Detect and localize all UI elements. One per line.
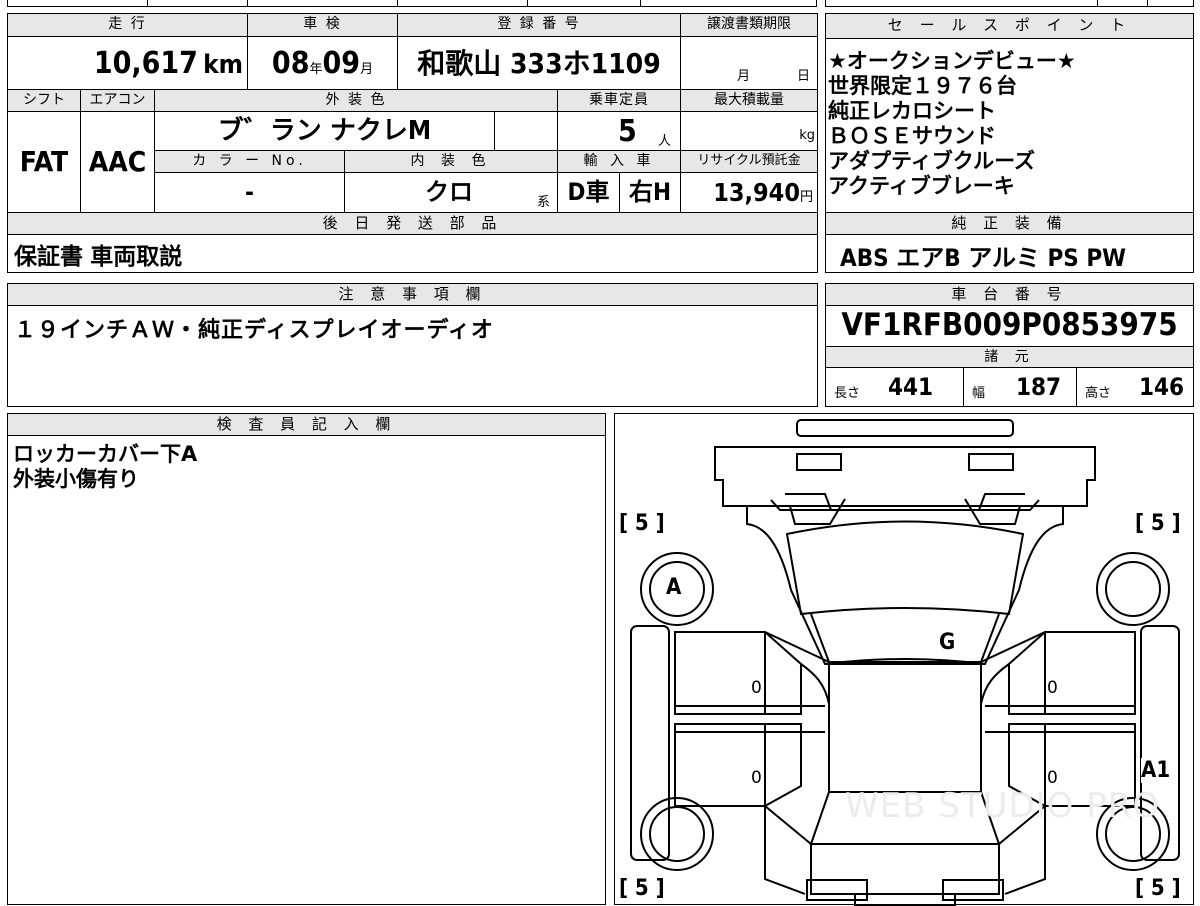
- sales-points-header: セ ー ル ス ポ イ ン ト: [826, 14, 1193, 39]
- sales-point-item: アダプティブクルーズ: [828, 149, 1036, 173]
- delivery-parts-header: 後 日 発 送 部 品: [8, 213, 817, 235]
- transfer-deadline-value: 月 日: [681, 37, 817, 90]
- car-damage-diagram: [ 5 ] [ 5 ] [ 5 ] [ 5 ] A G A1 0 0 0 0 W…: [614, 413, 1194, 906]
- capacity-header: 乗車定員: [558, 90, 681, 112]
- door-right-rear-mark: 0: [1047, 768, 1058, 788]
- interior-color-value: クロ 系: [345, 173, 558, 212]
- tire-depth-rear-left: [ 5 ]: [619, 876, 665, 901]
- inspector-box: 検 査 員 記 入 欄 ロッカーカバー下A 外装小傷有り: [7, 413, 606, 905]
- notes-box: 注 意 事 項 欄 １９インチＡＷ・純正ディスプレイオーディオ: [7, 283, 818, 407]
- interior-color-header: 内 装 色: [345, 151, 558, 173]
- car-outline: [630, 419, 1180, 906]
- inspection-header: 車 検: [248, 14, 398, 37]
- aircon-value: AAC: [81, 112, 155, 212]
- width-value: 187: [1016, 373, 1062, 401]
- registration-header: 登 録 番 号: [398, 14, 681, 37]
- tire-depth-front-left: [ 5 ]: [619, 511, 665, 536]
- length-cell: 長さ 441: [826, 368, 964, 406]
- inspection-date: 08年09月: [248, 37, 398, 90]
- shift-value: FAT: [8, 112, 81, 212]
- exterior-color-header: 外 装 色: [155, 90, 558, 112]
- inspector-notes: ロッカーカバー下A 外装小傷有り: [13, 442, 197, 492]
- recycle-fee-value: 13,940円: [713, 178, 813, 207]
- inspector-line: ロッカーカバー下A: [13, 442, 198, 466]
- sales-points-box: セ ー ル ス ポ イ ン ト ★オークションデビュー★ 世界限定１９７６台 純…: [825, 13, 1194, 213]
- chassis-header: 車 台 番 号: [826, 284, 1193, 306]
- exterior-color-extra: [495, 112, 558, 151]
- equipment-box: 純 正 装 備 ABS エアB アルミ PS PW: [825, 213, 1194, 273]
- notes-text: １９インチＡＷ・純正ディスプレイオーディオ: [14, 318, 494, 343]
- import-type-value: D車: [558, 173, 620, 212]
- height-value: 146: [1139, 373, 1185, 401]
- height-cell: 高さ 146: [1077, 368, 1193, 406]
- equipment-header: 純 正 装 備: [826, 213, 1193, 235]
- sales-points-list: ★オークションデビュー★ 世界限定１９７６台 純正レカロシート ＢＯＳＥサウンド…: [828, 49, 1076, 199]
- vehicle-info-table: 走 行 車 検 登 録 番 号 譲渡書類期限 10,617 km 08年09月 …: [7, 13, 818, 213]
- damage-mark-front-left-wheel: A: [666, 575, 682, 600]
- aircon-header: エアコン: [81, 90, 155, 112]
- damage-mark-windshield: G: [939, 630, 956, 655]
- recycle-header: リサイクル預託金: [681, 151, 817, 173]
- color-no-value: -: [155, 173, 345, 212]
- sales-point-item: ＢＯＳＥサウンド: [828, 124, 996, 148]
- delivery-parts-text: 保証書 車両取説: [14, 244, 183, 270]
- capacity-value: 5 人: [558, 112, 681, 151]
- inspector-line: 外装小傷有り: [13, 467, 139, 491]
- sales-point-item: アクティブブレーキ: [828, 174, 1015, 198]
- equipment-text: ABS エアB アルミ PS PW: [840, 244, 1126, 272]
- notes-header: 注 意 事 項 欄: [8, 284, 817, 306]
- mileage-value: 10,617 km: [8, 37, 248, 90]
- shift-header: シフト: [8, 90, 81, 112]
- top-strip: [7, 0, 1194, 8]
- import-header: 輸 入 車: [558, 151, 681, 173]
- length-value: 441: [888, 373, 934, 401]
- sales-point-item: 世界限定１９７６台: [828, 74, 1017, 98]
- door-left-front-mark: 0: [751, 678, 762, 698]
- damage-mark-right-rocker: A1: [1141, 758, 1171, 783]
- door-left-rear-mark: 0: [751, 768, 762, 788]
- chassis-number: VF1RFB009P0853975: [841, 307, 1178, 343]
- transfer-deadline-header: 譲渡書類期限: [681, 14, 817, 37]
- tire-depth-rear-right: [ 5 ]: [1135, 876, 1181, 901]
- mileage-header: 走 行: [8, 14, 248, 37]
- width-cell: 幅 187: [964, 368, 1077, 406]
- dimensions-header: 諸 元: [826, 346, 1193, 368]
- max-load-value: kg: [681, 112, 817, 151]
- watermark: WEB STUDIO PRO: [845, 786, 1161, 826]
- tire-depth-front-right: [ 5 ]: [1135, 511, 1181, 536]
- chassis-box: 車 台 番 号 VF1RFB009P0853975 諸 元 長さ 441 幅 1…: [825, 283, 1194, 407]
- registration-number: 和歌山 333ホ1109: [398, 37, 681, 90]
- color-no-header: カ ラ ー No.: [155, 151, 345, 173]
- sales-point-item: 純正レカロシート: [828, 99, 996, 123]
- sales-point-item: ★オークションデビュー★: [828, 49, 1076, 73]
- steering-value: 右H: [620, 173, 681, 212]
- delivery-parts-box: 後 日 発 送 部 品 保証書 車両取説: [7, 213, 818, 273]
- max-load-header: 最大積載量: [681, 90, 817, 112]
- exterior-color-value: ブ゛ラン ナクレM: [155, 112, 495, 151]
- inspector-header: 検 査 員 記 入 欄: [8, 414, 605, 436]
- door-right-front-mark: 0: [1047, 678, 1058, 698]
